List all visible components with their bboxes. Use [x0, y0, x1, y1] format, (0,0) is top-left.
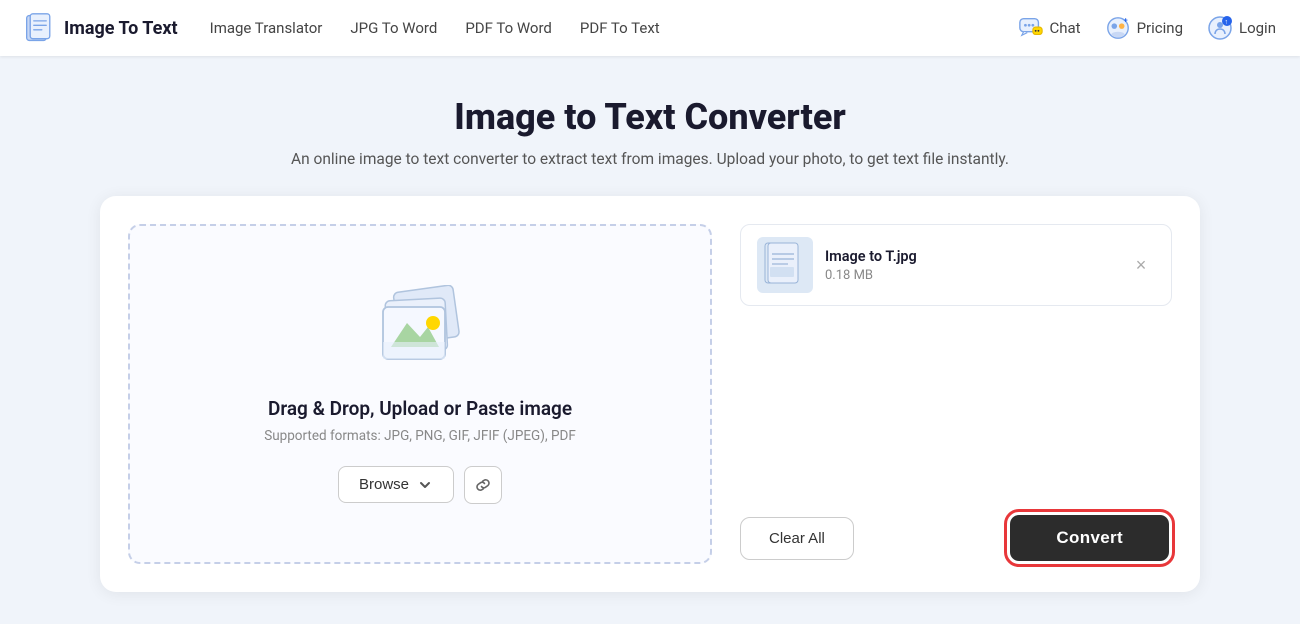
chat-icon [1018, 15, 1044, 41]
drop-icon [365, 285, 475, 377]
link-icon [474, 476, 492, 494]
browse-row: Browse [338, 466, 502, 504]
nav-right: Chat + Pricing ↑ Login [1018, 15, 1277, 41]
page-title: Image to Text Converter [20, 96, 1280, 138]
spacer [740, 318, 1172, 496]
drop-subtitle: Supported formats: JPG, PNG, GIF, JFIF (… [264, 428, 576, 444]
login-icon: ↑ [1207, 15, 1233, 41]
nav-image-translator[interactable]: Image Translator [210, 19, 323, 37]
file-item: Image to T.jpg 0.18 MB × [740, 224, 1172, 306]
file-remove-button[interactable]: × [1127, 251, 1155, 279]
drop-zone[interactable]: Drag & Drop, Upload or Paste image Suppo… [128, 224, 712, 564]
file-size: 0.18 MB [825, 268, 1115, 283]
pricing-label: Pricing [1137, 19, 1183, 37]
nav-pdf-to-text[interactable]: PDF To Text [580, 19, 660, 37]
nav-jpg-to-word[interactable]: JPG To Word [350, 19, 437, 37]
logo[interactable]: Image To Text [24, 12, 178, 44]
drop-title: Drag & Drop, Upload or Paste image [268, 397, 572, 420]
pricing-button[interactable]: + Pricing [1105, 15, 1183, 41]
nav-pdf-to-word[interactable]: PDF To Word [465, 19, 552, 37]
file-name: Image to T.jpg [825, 248, 1115, 265]
nav-links: Image Translator JPG To Word PDF To Word… [210, 19, 1018, 37]
main-card: Drag & Drop, Upload or Paste image Suppo… [100, 196, 1200, 592]
clear-all-button[interactable]: Clear All [740, 517, 854, 560]
file-info: Image to T.jpg 0.18 MB [825, 248, 1115, 283]
chevron-down-icon [417, 477, 433, 493]
link-button[interactable] [464, 466, 502, 504]
svg-text:↑: ↑ [1225, 18, 1229, 26]
clear-all-label: Clear All [769, 530, 825, 547]
logo-text: Image To Text [64, 18, 178, 39]
chat-button[interactable]: Chat [1018, 15, 1081, 41]
page-subtitle: An online image to text converter to ext… [20, 150, 1280, 168]
file-list-area: Image to T.jpg 0.18 MB × Clear All Conve… [712, 224, 1172, 564]
file-thumbnail [757, 237, 813, 293]
login-label: Login [1239, 19, 1276, 37]
bottom-actions: Clear All Convert [740, 512, 1172, 564]
logo-icon [24, 12, 56, 44]
convert-button[interactable]: Convert [1010, 515, 1169, 561]
hero-section: Image to Text Converter An online image … [0, 56, 1300, 196]
login-button[interactable]: ↑ Login [1207, 15, 1276, 41]
browse-label: Browse [359, 476, 409, 493]
convert-button-wrapper: Convert [1007, 512, 1172, 564]
convert-label: Convert [1056, 528, 1123, 547]
pricing-icon: + [1105, 15, 1131, 41]
svg-text:+: + [1123, 15, 1127, 24]
chat-label: Chat [1050, 19, 1081, 37]
browse-button[interactable]: Browse [338, 466, 454, 503]
